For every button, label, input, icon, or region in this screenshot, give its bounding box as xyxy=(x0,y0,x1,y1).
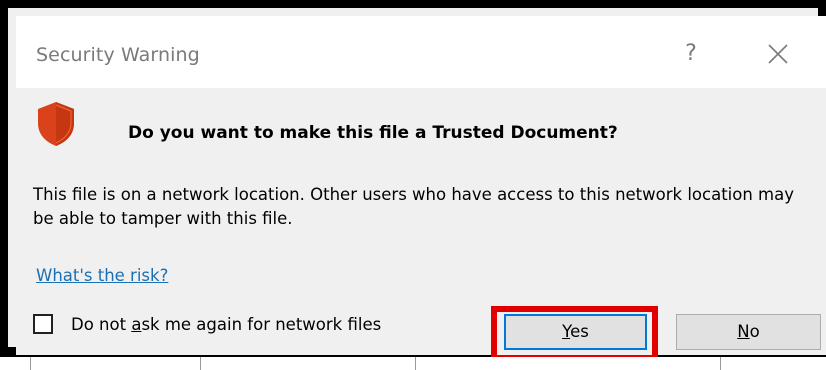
checkbox-label[interactable]: Do not ask me again for network files xyxy=(71,315,381,334)
no-button[interactable]: No xyxy=(676,314,821,350)
checkbox-label-end: sk me again for network files xyxy=(141,314,382,334)
close-button[interactable] xyxy=(758,38,798,72)
yes-accelerator: Y xyxy=(562,322,571,341)
security-warning-dialog: Security Warning ? Do you want to make t… xyxy=(0,0,826,361)
shield-icon xyxy=(38,102,74,146)
background-divider xyxy=(415,357,416,370)
checkbox-label-accelerator: a xyxy=(131,314,142,334)
dialog-message: This file is on a network location. Othe… xyxy=(33,185,794,228)
network-files-checkbox-row[interactable]: Do not ask me again for network files xyxy=(33,311,381,337)
background-divider xyxy=(30,357,31,370)
background-divider xyxy=(200,357,201,370)
no-label-rest: o xyxy=(749,322,760,341)
no-accelerator: N xyxy=(737,322,750,341)
whats-the-risk-link[interactable]: What's the risk? xyxy=(36,266,168,285)
dialog-title: Security Warning xyxy=(36,44,200,66)
close-icon xyxy=(768,44,788,64)
dialog-body: Do you want to make this file a Trusted … xyxy=(16,88,826,361)
title-bar: Security Warning ? xyxy=(16,16,826,88)
help-button[interactable]: ? xyxy=(671,34,711,74)
background-divider xyxy=(720,357,721,370)
yes-label-rest: es xyxy=(570,322,589,341)
network-files-checkbox[interactable] xyxy=(33,314,53,334)
background-content xyxy=(0,357,826,370)
yes-button[interactable]: Yes xyxy=(504,314,647,350)
checkbox-label-start: Do not xyxy=(71,314,132,334)
dialog-heading: Do you want to make this file a Trusted … xyxy=(128,123,618,143)
